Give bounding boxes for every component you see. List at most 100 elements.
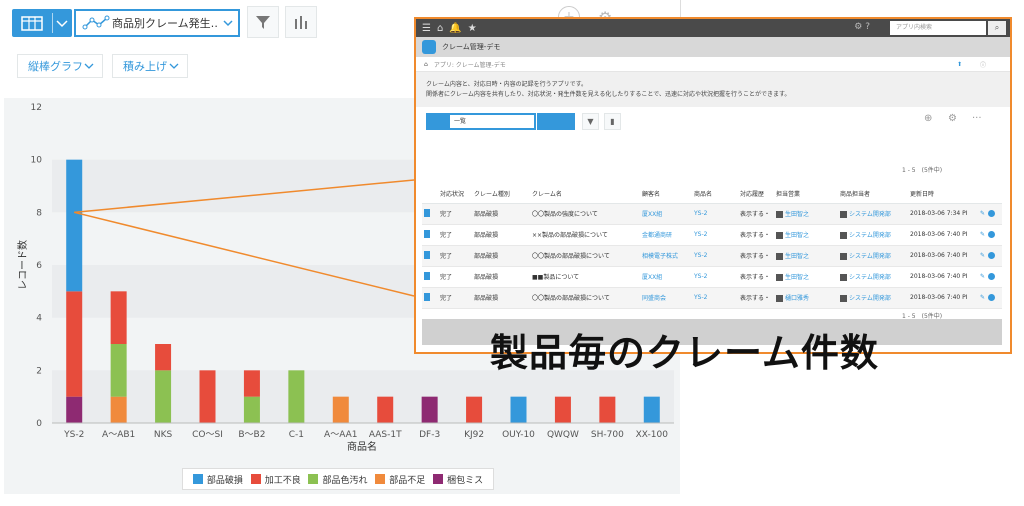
add-record-icon[interactable]: ⊕	[924, 113, 932, 124]
edit-icon[interactable]: ✎	[980, 210, 985, 217]
table-cell[interactable]: 厦XX組	[640, 266, 692, 288]
table-cell[interactable]: 金都通商研	[640, 224, 692, 246]
table-cell[interactable]: 生田智之	[774, 245, 838, 267]
bar-segment[interactable]	[66, 159, 83, 292]
column-header[interactable]: クレーム種別	[472, 185, 530, 204]
bar-segment[interactable]	[554, 396, 571, 423]
table-cell[interactable]: 生田智之	[774, 224, 838, 246]
legend-item[interactable]: 部品破損	[192, 473, 243, 486]
column-header[interactable]: クレーム名	[530, 185, 640, 204]
legend-item[interactable]: 部品不足	[375, 473, 425, 486]
bar-segment[interactable]	[599, 396, 616, 423]
table-cell[interactable]: システム開発部	[838, 224, 908, 246]
edit-icon[interactable]: ✎	[980, 231, 985, 238]
bar-segment[interactable]	[243, 396, 260, 423]
bar-segment[interactable]	[110, 291, 127, 344]
delete-icon[interactable]	[988, 273, 996, 280]
search-icon[interactable]: ⌕	[988, 21, 1006, 35]
table-cell[interactable]: 厦XX組	[640, 203, 692, 225]
bar-segment[interactable]	[66, 396, 83, 423]
filter-button[interactable]: ▼	[582, 113, 599, 130]
table-cell[interactable]: YS-2	[692, 203, 738, 225]
column-header[interactable]: 対応状況	[438, 185, 472, 204]
record-detail-icon[interactable]	[424, 250, 430, 259]
table-cell[interactable]: システム開発部	[838, 245, 908, 267]
legend-label: 部品不足	[389, 475, 426, 486]
table-cell[interactable]: 生田智之	[774, 266, 838, 288]
column-header[interactable]: 対応履歴	[738, 185, 774, 204]
more-icon[interactable]: ···	[972, 113, 982, 124]
y-tick-label: 2	[36, 366, 42, 376]
bar-segment[interactable]	[155, 344, 172, 371]
bar-segment[interactable]	[66, 291, 83, 397]
column-header[interactable]: 商品名	[692, 185, 738, 204]
bar-segment[interactable]	[466, 396, 483, 423]
user-icon	[776, 232, 783, 239]
bar-segment[interactable]	[155, 370, 172, 423]
bar-segment[interactable]	[243, 370, 260, 397]
bar-segment[interactable]	[288, 370, 305, 423]
table-cell[interactable]: YS-2	[692, 266, 738, 288]
user-icon	[776, 211, 783, 218]
graph-button[interactable]: ▮	[604, 113, 621, 130]
column-header[interactable]: 更新日時	[908, 185, 978, 204]
bar-segment[interactable]	[110, 396, 127, 423]
home-icon[interactable]: ⌂	[437, 23, 443, 34]
table-cell[interactable]: 相模電子株式	[640, 245, 692, 267]
table-row[interactable]: 完了 部品破損 ■■製品について 厦XX組 YS-2 表示する・ 生田智之 システム開発部 20…	[422, 266, 1002, 288]
column-header[interactable]: 担当営業	[774, 185, 838, 204]
delete-icon[interactable]	[988, 231, 996, 238]
table-row[interactable]: 完了 部品破損 〇〇製品の部品破損について 同盛商会 YS-2 表示する・ 樋口雅秀 システム…	[422, 287, 1002, 309]
bar-segment[interactable]	[643, 396, 660, 423]
table-cell[interactable]: システム開発部	[838, 266, 908, 288]
gear-icon[interactable]: ⚙	[948, 113, 957, 124]
bar-segment[interactable]	[377, 396, 394, 423]
bar-segment[interactable]	[510, 396, 527, 423]
record-detail-icon[interactable]	[424, 271, 430, 280]
pin-icon[interactable]: ⬆	[957, 61, 962, 68]
delete-icon[interactable]	[988, 294, 996, 301]
delete-icon[interactable]	[988, 252, 996, 259]
legend-item[interactable]: 部品色汚れ	[308, 473, 368, 486]
table-cell[interactable]: 同盛商会	[640, 287, 692, 309]
table-cell: 部品破損	[472, 287, 530, 309]
menu-icon[interactable]: ☰	[422, 23, 431, 34]
gear-icon[interactable]: ⚙ ?	[854, 22, 870, 32]
table-cell[interactable]: システム開発部	[838, 287, 908, 309]
breadcrumb-text[interactable]: アプリ: クレーム管理-デモ	[434, 60, 506, 69]
table-cell: 2018-03-06 7:34 PI	[908, 203, 978, 225]
bar-segment[interactable]	[110, 344, 127, 397]
edit-icon[interactable]: ✎	[980, 273, 985, 280]
bar-segment[interactable]	[421, 396, 438, 423]
table-cell[interactable]: YS-2	[692, 287, 738, 309]
delete-icon[interactable]	[988, 210, 996, 217]
x-tick-label: AAS-1T	[369, 430, 402, 440]
table-cell[interactable]: YS-2	[692, 224, 738, 246]
record-detail-icon[interactable]	[424, 229, 430, 238]
graph-select[interactable]	[537, 113, 575, 130]
app-search-input[interactable]: アプリ内検索	[890, 21, 986, 35]
table-row[interactable]: 完了 部品破損 〇〇製品の強度について 厦XX組 YS-2 表示する・ 生田智之 システム開発…	[422, 203, 1002, 225]
home-icon[interactable]: ⌂	[424, 61, 428, 68]
legend-item[interactable]: 加工不良	[250, 473, 301, 486]
table-cell[interactable]: 樋口雅秀	[774, 287, 838, 309]
table-cell[interactable]: YS-2	[692, 245, 738, 267]
edit-icon[interactable]: ✎	[980, 294, 985, 301]
record-detail-icon[interactable]	[424, 208, 430, 217]
bell-icon[interactable]: 🔔	[449, 23, 461, 34]
table-cell[interactable]: システム開発部	[838, 203, 908, 225]
table-cell[interactable]: 生田智之	[774, 203, 838, 225]
column-header[interactable]: 顧客名	[640, 185, 692, 204]
bar-segment[interactable]	[332, 396, 349, 423]
legend-item[interactable]: 梱包ミス	[433, 473, 483, 486]
table-row[interactable]: 完了 部品破損 〇〇製品の部品破損について 相模電子株式 YS-2 表示する・ 生田智之 シス…	[422, 245, 1002, 267]
edit-icon[interactable]: ✎	[980, 252, 985, 259]
view-select[interactable]: 一覧	[426, 113, 536, 130]
record-detail-icon[interactable]	[424, 292, 430, 301]
table-cell	[422, 245, 438, 267]
info-icon[interactable]: ⓘ	[980, 60, 986, 69]
star-icon[interactable]: ★	[468, 23, 477, 34]
bar-segment[interactable]	[199, 370, 216, 423]
column-header[interactable]: 商品担当者	[838, 185, 908, 204]
table-row[interactable]: 完了 部品破損 ××製品の部品破損について 金都通商研 YS-2 表示する・ 生田智之 システ…	[422, 224, 1002, 246]
